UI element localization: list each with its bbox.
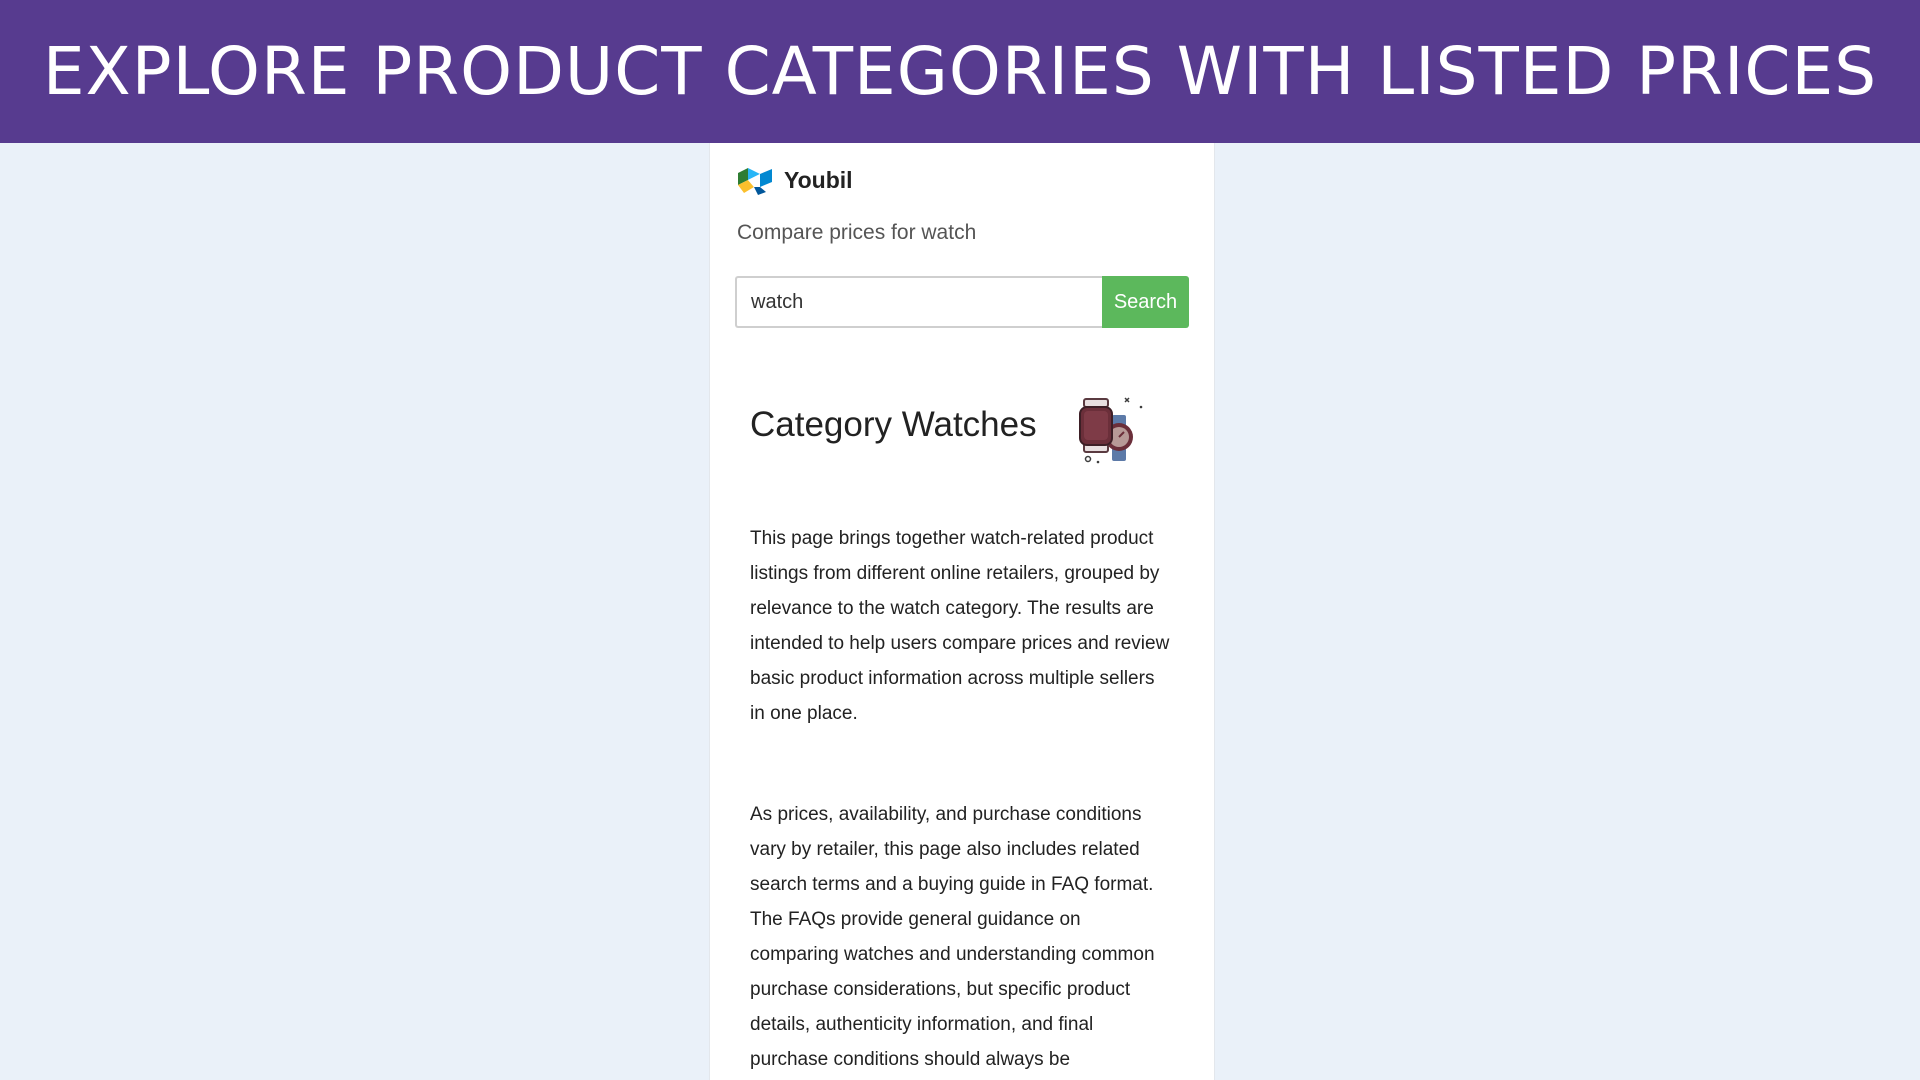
site-logo[interactable]: Youbil bbox=[736, 165, 853, 195]
compare-heading: Compare prices for watch bbox=[737, 221, 977, 244]
watches-icon bbox=[1079, 397, 1143, 464]
site-name: Youbil bbox=[784, 166, 853, 193]
search-button[interactable]: Search bbox=[1102, 276, 1189, 328]
search-form: Search bbox=[735, 276, 1189, 328]
mobile-page: Youbil Compare prices for watch Search C… bbox=[709, 143, 1215, 1080]
description-paragraph-2: As prices, availability, and purchase co… bbox=[750, 804, 1155, 1070]
header-banner: EXPLORE PRODUCT CATEGORIES WITH LISTED P… bbox=[0, 0, 1920, 143]
youbil-logo-icon bbox=[738, 168, 772, 195]
description-paragraph-1: This page brings together watch-related … bbox=[750, 528, 1170, 724]
banner-title: EXPLORE PRODUCT CATEGORIES WITH LISTED P… bbox=[42, 33, 1878, 110]
search-input[interactable] bbox=[735, 276, 1102, 328]
category-title: Category Watches bbox=[750, 405, 1037, 444]
